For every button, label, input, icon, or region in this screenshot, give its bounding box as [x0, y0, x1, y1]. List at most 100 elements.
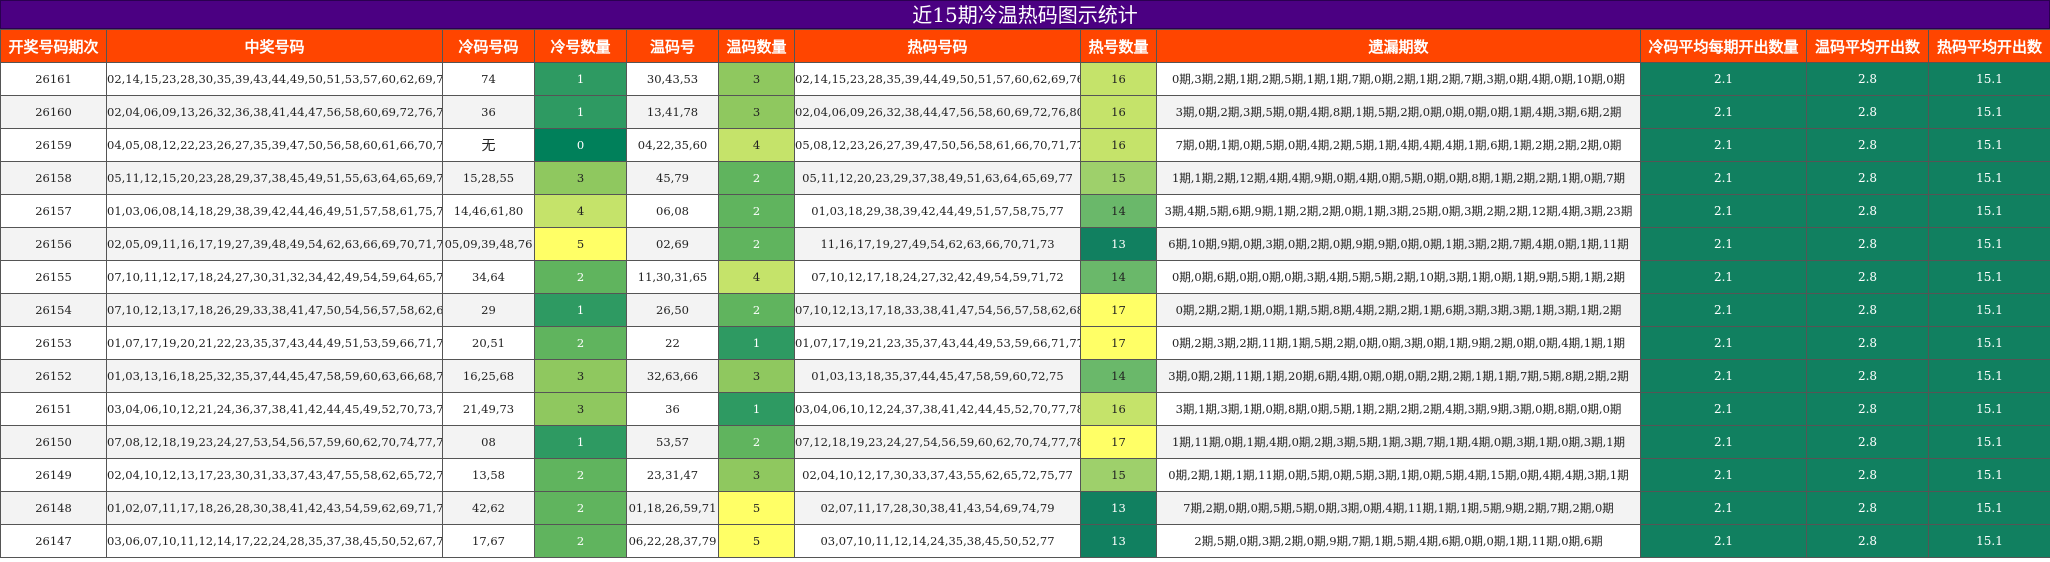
avg-hot-cell: 15.1 [1928, 128, 2050, 162]
cold-count-cell: 1 [534, 293, 627, 327]
avg-warm-cell: 2.8 [1806, 227, 1929, 261]
period-cell: 26152 [0, 359, 107, 393]
warm-count-cell: 1 [718, 392, 795, 426]
avg-warm-cell: 2.8 [1806, 161, 1929, 195]
avg-warm-cell: 2.8 [1806, 128, 1929, 162]
header-cold-count: 冷号数量 [534, 29, 627, 63]
missing-periods-cell: 3期,1期,3期,1期,0期,8期,0期,5期,1期,2期,2期,2期,4期,3… [1156, 392, 1641, 426]
statistics-sheet: 近15期冷温热码图示统计 开奖号码期次 中奖号码 冷码号码 冷号数量 温码号 温… [0, 0, 2050, 562]
winning-numbers-cell: 07,10,12,13,17,18,26,29,33,38,41,47,50,5… [106, 293, 443, 327]
winning-numbers-cell: 01,02,07,11,17,18,26,28,30,38,41,42,43,5… [106, 491, 443, 525]
missing-periods-cell: 7期,0期,1期,0期,5期,0期,4期,2期,5期,1期,4期,4期,4期,1… [1156, 128, 1641, 162]
cold-numbers-cell: 21,49,73 [442, 392, 535, 426]
cold-numbers-cell: 17,67 [442, 524, 535, 558]
hot-numbers-cell: 02,14,15,23,28,35,39,44,49,50,51,57,60,6… [794, 62, 1081, 96]
avg-hot-cell: 15.1 [1928, 161, 2050, 195]
stats-table: 开奖号码期次 中奖号码 冷码号码 冷号数量 温码号 温码数量 热码号码 热号数量… [0, 29, 2050, 558]
cold-numbers-cell: 无 [442, 128, 535, 162]
hot-numbers-cell: 11,16,17,19,27,49,54,62,63,66,70,71,73 [794, 227, 1081, 261]
avg-cold-cell: 2.1 [1640, 425, 1807, 459]
period-cell: 26147 [0, 524, 107, 558]
hot-numbers-cell: 01,03,13,18,35,37,44,45,47,58,59,60,72,7… [794, 359, 1081, 393]
period-cell: 26151 [0, 392, 107, 426]
avg-warm-cell: 2.8 [1806, 62, 1929, 96]
hot-count-cell: 16 [1080, 62, 1157, 96]
avg-hot-cell: 15.1 [1928, 491, 2050, 525]
cold-numbers-cell: 08 [442, 425, 535, 459]
hot-count-cell: 13 [1080, 524, 1157, 558]
hot-count-cell: 16 [1080, 128, 1157, 162]
warm-count-cell: 2 [718, 227, 795, 261]
cold-count-cell: 3 [534, 359, 627, 393]
table-row: 26161 02,14,15,23,28,30,35,39,43,44,49,50… [0, 62, 2050, 96]
avg-warm-cell: 2.8 [1806, 194, 1929, 228]
table-row: 26153 01,07,17,19,20,21,22,23,35,37,43,44… [0, 326, 2050, 360]
avg-cold-cell: 2.1 [1640, 128, 1807, 162]
warm-count-cell: 2 [718, 161, 795, 195]
winning-numbers-cell: 02,04,06,09,13,26,32,36,38,41,44,47,56,5… [106, 95, 443, 129]
header-avg-warm: 温码平均开出数 [1806, 29, 1929, 63]
winning-numbers-cell: 05,11,12,15,20,23,28,29,37,38,45,49,51,5… [106, 161, 443, 195]
avg-cold-cell: 2.1 [1640, 227, 1807, 261]
header-hot-numbers: 热码号码 [794, 29, 1081, 63]
warm-count-cell: 2 [718, 293, 795, 327]
avg-cold-cell: 2.1 [1640, 293, 1807, 327]
hot-count-cell: 17 [1080, 293, 1157, 327]
cold-count-cell: 2 [534, 326, 627, 360]
hot-count-cell: 17 [1080, 425, 1157, 459]
warm-count-cell: 3 [718, 95, 795, 129]
warm-count-cell: 2 [718, 425, 795, 459]
warm-numbers-cell: 32,63,66 [626, 359, 719, 393]
avg-cold-cell: 2.1 [1640, 62, 1807, 96]
cold-count-cell: 3 [534, 161, 627, 195]
hot-numbers-cell: 02,07,11,17,28,30,38,41,43,54,69,74,79 [794, 491, 1081, 525]
warm-count-cell: 2 [718, 194, 795, 228]
warm-numbers-cell: 13,41,78 [626, 95, 719, 129]
hot-count-cell: 15 [1080, 161, 1157, 195]
hot-numbers-cell: 03,04,06,10,12,24,37,38,41,42,44,45,52,7… [794, 392, 1081, 426]
cold-numbers-cell: 15,28,55 [442, 161, 535, 195]
period-cell: 26156 [0, 227, 107, 261]
cold-count-cell: 1 [534, 62, 627, 96]
hot-count-cell: 14 [1080, 194, 1157, 228]
warm-numbers-cell: 06,22,28,37,79 [626, 524, 719, 558]
warm-numbers-cell: 06,08 [626, 194, 719, 228]
period-cell: 26161 [0, 62, 107, 96]
avg-warm-cell: 2.8 [1806, 425, 1929, 459]
hot-numbers-cell: 05,11,12,20,23,29,37,38,49,51,63,64,65,6… [794, 161, 1081, 195]
period-cell: 26149 [0, 458, 107, 492]
avg-hot-cell: 15.1 [1928, 326, 2050, 360]
avg-warm-cell: 2.8 [1806, 524, 1929, 558]
avg-warm-cell: 2.8 [1806, 491, 1929, 525]
cold-count-cell: 5 [534, 227, 627, 261]
cold-count-cell: 4 [534, 194, 627, 228]
period-cell: 26155 [0, 260, 107, 294]
hot-numbers-cell: 02,04,06,09,26,32,38,44,47,56,58,60,69,7… [794, 95, 1081, 129]
hot-numbers-cell: 03,07,10,11,12,14,24,35,38,45,50,52,77 [794, 524, 1081, 558]
warm-count-cell: 3 [718, 458, 795, 492]
hot-numbers-cell: 01,03,18,29,38,39,42,44,49,51,57,58,75,7… [794, 194, 1081, 228]
avg-warm-cell: 2.8 [1806, 95, 1929, 129]
winning-numbers-cell: 04,05,08,12,22,23,26,27,35,39,47,50,56,5… [106, 128, 443, 162]
hot-count-cell: 17 [1080, 326, 1157, 360]
header-hot-count: 热号数量 [1080, 29, 1157, 63]
hot-count-cell: 13 [1080, 227, 1157, 261]
avg-hot-cell: 15.1 [1928, 359, 2050, 393]
warm-numbers-cell: 23,31,47 [626, 458, 719, 492]
missing-periods-cell: 3期,4期,5期,6期,9期,1期,2期,2期,0期,1期,3期,25期,0期,… [1156, 194, 1641, 228]
missing-periods-cell: 7期,2期,0期,0期,5期,5期,0期,3期,0期,4期,11期,1期,1期,… [1156, 491, 1641, 525]
avg-hot-cell: 15.1 [1928, 425, 2050, 459]
cold-numbers-cell: 16,25,68 [442, 359, 535, 393]
hot-count-cell: 15 [1080, 458, 1157, 492]
missing-periods-cell: 3期,0期,2期,11期,1期,20期,6期,4期,0期,0期,0期,2期,2期… [1156, 359, 1641, 393]
cold-numbers-cell: 34,64 [442, 260, 535, 294]
hot-numbers-cell: 07,12,18,19,23,24,27,54,56,59,60,62,70,7… [794, 425, 1081, 459]
warm-count-cell: 5 [718, 524, 795, 558]
avg-hot-cell: 15.1 [1928, 293, 2050, 327]
avg-cold-cell: 2.1 [1640, 194, 1807, 228]
avg-hot-cell: 15.1 [1928, 227, 2050, 261]
avg-cold-cell: 2.1 [1640, 326, 1807, 360]
warm-numbers-cell: 30,43,53 [626, 62, 719, 96]
period-cell: 26160 [0, 95, 107, 129]
header-avg-cold: 冷码平均每期开出数量 [1640, 29, 1807, 63]
